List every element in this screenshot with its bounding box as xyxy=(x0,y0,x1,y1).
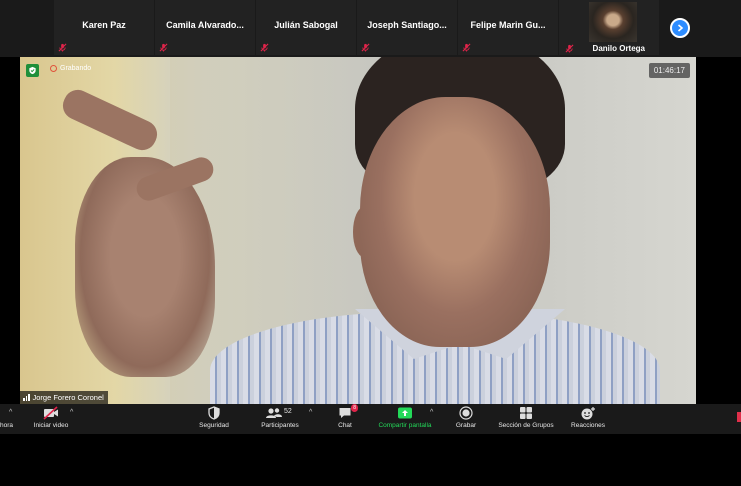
shield-icon xyxy=(208,406,220,420)
chat-unread-badge: 8 xyxy=(351,404,358,412)
security-label: Seguridad xyxy=(199,422,229,429)
record-button[interactable]: Grabar xyxy=(452,406,480,429)
active-speaker-video: Grabando 01:46:17 Jorge Forero Coronel xyxy=(20,57,696,404)
participant-name: Joseph Santiago... xyxy=(367,20,447,30)
participants-button[interactable]: 52 Participantes xyxy=(256,406,304,429)
reactions-label: Reacciones xyxy=(571,422,605,429)
chevron-up-icon[interactable]: ^ xyxy=(430,409,433,416)
participant-tile[interactable]: Camila Alvarado... xyxy=(155,0,255,55)
mic-muted-icon xyxy=(260,43,269,52)
recording-label: Grabando xyxy=(60,65,92,72)
record-label: Grabar xyxy=(455,422,477,429)
security-button[interactable]: Seguridad xyxy=(194,406,234,429)
reactions-icon xyxy=(581,407,595,420)
participant-video-thumbnail xyxy=(589,2,637,42)
participant-tile[interactable]: Karen Paz xyxy=(54,0,154,55)
start-video-label: Iniciar video xyxy=(33,422,69,429)
participant-tile[interactable]: Joseph Santiago... xyxy=(357,0,457,55)
participant-name: Julián Sabogal xyxy=(274,20,338,30)
toolbar-partial-item[interactable]: hora xyxy=(0,422,13,429)
mic-muted-icon xyxy=(462,43,471,52)
chevron-right-icon xyxy=(677,24,684,32)
breakout-rooms-label: Sección de Grupos xyxy=(498,422,554,429)
chevron-up-icon[interactable]: ^ xyxy=(70,409,73,416)
start-video-button[interactable]: Iniciar video xyxy=(30,406,72,429)
share-screen-icon xyxy=(398,407,412,419)
meeting-timer: 01:46:17 xyxy=(648,63,690,78)
breakout-rooms-icon xyxy=(520,407,532,419)
participant-tile-video[interactable]: Danilo Ortega xyxy=(559,0,659,55)
mic-muted-icon xyxy=(58,43,67,52)
chevron-up-icon[interactable]: ^ xyxy=(309,409,312,416)
chevron-up-icon[interactable]: ^ xyxy=(9,409,12,416)
speaker-name-tag: Jorge Forero Coronel xyxy=(20,391,108,404)
mic-muted-icon xyxy=(565,44,574,53)
reactions-button[interactable]: Reacciones xyxy=(567,406,609,429)
meeting-toolbar: hora ^ Iniciar video ^ Seguridad 52 Part… xyxy=(0,404,741,434)
participant-name: Karen Paz xyxy=(82,20,126,30)
participants-count: 52 xyxy=(284,408,292,415)
share-screen-label: Compartir pantalla xyxy=(378,422,432,429)
participant-name: Danilo Ortega xyxy=(592,44,645,53)
mic-muted-icon xyxy=(159,43,168,52)
toolbar-partial-label: hora xyxy=(0,422,14,429)
mic-muted-icon xyxy=(361,43,370,52)
participant-tile[interactable]: Felipe Marin Gu... xyxy=(458,0,558,55)
participant-name: Felipe Marin Gu... xyxy=(470,20,546,30)
recording-icon xyxy=(50,65,57,72)
signal-bars-icon xyxy=(23,394,30,401)
speaker-name: Jorge Forero Coronel xyxy=(32,393,104,402)
participants-label: Participantes xyxy=(261,422,299,429)
end-meeting-button-edge[interactable] xyxy=(737,412,741,422)
record-icon xyxy=(459,406,473,420)
participants-icon xyxy=(266,408,282,418)
recording-indicator[interactable]: Grabando xyxy=(50,65,91,72)
chat-button[interactable]: 8 Chat xyxy=(332,404,358,429)
participant-strip: Karen Paz Camila Alvarado... Julián Sabo… xyxy=(0,0,741,57)
share-screen-button[interactable]: Compartir pantalla xyxy=(373,406,437,429)
chat-label: Chat xyxy=(338,422,352,429)
video-person-finger xyxy=(58,85,162,155)
next-page-button[interactable] xyxy=(670,18,690,38)
video-person-face xyxy=(360,97,550,347)
breakout-rooms-button[interactable]: Sección de Grupos xyxy=(494,406,558,429)
chat-icon xyxy=(339,408,351,418)
security-shield-icon xyxy=(26,64,39,77)
participant-name: Camila Alvarado... xyxy=(166,20,244,30)
participant-tile[interactable]: Julián Sabogal xyxy=(256,0,356,55)
video-off-icon xyxy=(43,406,58,420)
